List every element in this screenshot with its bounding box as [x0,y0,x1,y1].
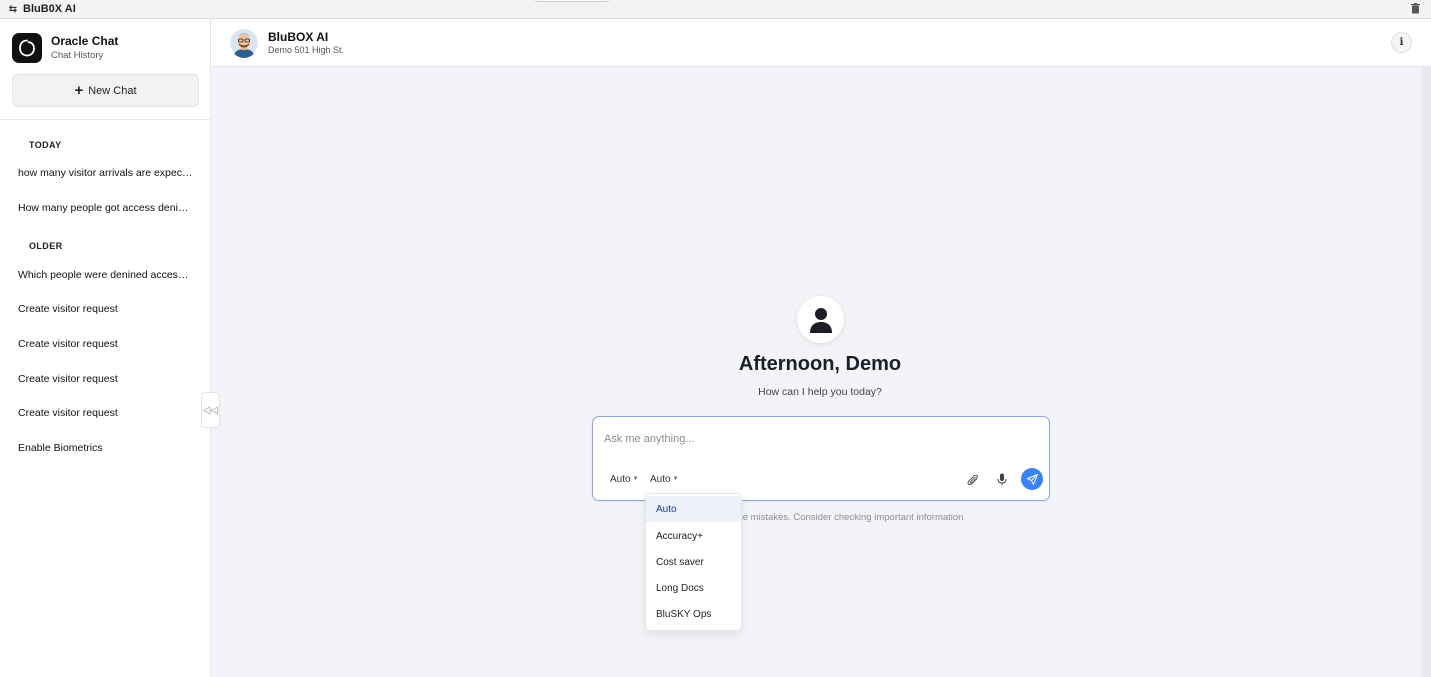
brand: Oracle Chat Chat History [12,33,118,63]
mode-selector[interactable]: Auto ▼ [610,474,639,485]
chat-title: BluBOX AI [268,30,329,44]
brand-title: Oracle Chat [51,34,119,48]
attach-icon[interactable] [966,472,980,486]
new-chat-label: New Chat [88,84,137,97]
user-icon [809,307,832,333]
history-item[interactable]: Enable Biometrics [18,442,193,454]
double-chevron-left-icon: ◁◁ [202,404,219,416]
bot-avatar [230,28,258,58]
info-button[interactable]: i [1391,32,1412,53]
new-chat-button[interactable]: + New Chat [12,74,199,107]
greeting-heading: Afternoon, Demo [738,353,902,375]
model-selector[interactable]: Auto ▼ [650,474,679,485]
dropdown-option-auto[interactable]: Auto [646,496,741,522]
user-avatar [797,296,844,343]
chat-subtitle: Demo 501 High St. [268,45,345,55]
section-heading-older: OLDER [29,241,63,251]
dropdown-option-long-docs[interactable]: Long Docs [646,575,741,601]
history-item[interactable]: Create visitor request [18,303,193,315]
send-button[interactable] [1021,468,1043,490]
dropdown-option-cost-saver[interactable]: Cost saver [646,549,741,575]
window-titlebar: ⇆ BluB0X AI [0,0,1431,19]
greeting-subtitle: How can I help you today? [758,386,882,398]
trash-icon[interactable] [1411,3,1420,14]
chat-composer: Auto▼ Auto▼ [592,416,1050,501]
dropdown-option-accuracy[interactable]: Accuracy+ [646,523,741,549]
history-item[interactable]: Create visitor request [18,373,193,385]
swap-icon: ⇆ [8,3,18,15]
section-heading-today: TODAY [29,140,62,150]
chat-input[interactable] [604,430,1034,448]
model-dropdown-menu: Auto Accuracy+ Cost saver Long Docs BluS… [645,493,742,631]
oracle-logo-icon [12,33,42,63]
sidebar: Oracle Chat Chat History + New Chat TODA… [0,19,211,677]
send-icon [1026,473,1038,485]
scrollbar-track[interactable] [1422,67,1431,677]
collapse-sidebar-button[interactable]: ◁◁ [201,392,220,428]
history-item[interactable]: how many visitor arrivals are expected t… [18,167,193,179]
dropdown-option-blusky-ops[interactable]: BluSKY Ops [646,601,741,627]
disclaimer-text: ke mistakes. Consider checking important… [738,512,964,523]
window-notch [535,0,609,2]
microphone-icon[interactable] [995,472,1009,486]
history-item[interactable]: How many people got access denied today [18,202,193,214]
info-icon: i [1399,37,1404,48]
chat-header: BluBOX AI Demo 501 High St. i [211,19,1431,67]
model-selector-label: Auto [650,474,671,485]
caret-down-icon: ▼ [672,476,679,482]
sidebar-divider [0,119,210,120]
history-item[interactable]: Create visitor request [18,338,193,350]
caret-down-icon: ▼ [632,476,639,482]
history-item[interactable]: Which people were denined access today [18,269,193,281]
plus-icon: + [74,82,84,99]
window-title: BluB0X AI [23,3,76,15]
brand-subtitle: Chat History [51,50,104,61]
mode-selector-label: Auto [610,474,631,485]
history-item[interactable]: Create visitor request [18,407,193,419]
